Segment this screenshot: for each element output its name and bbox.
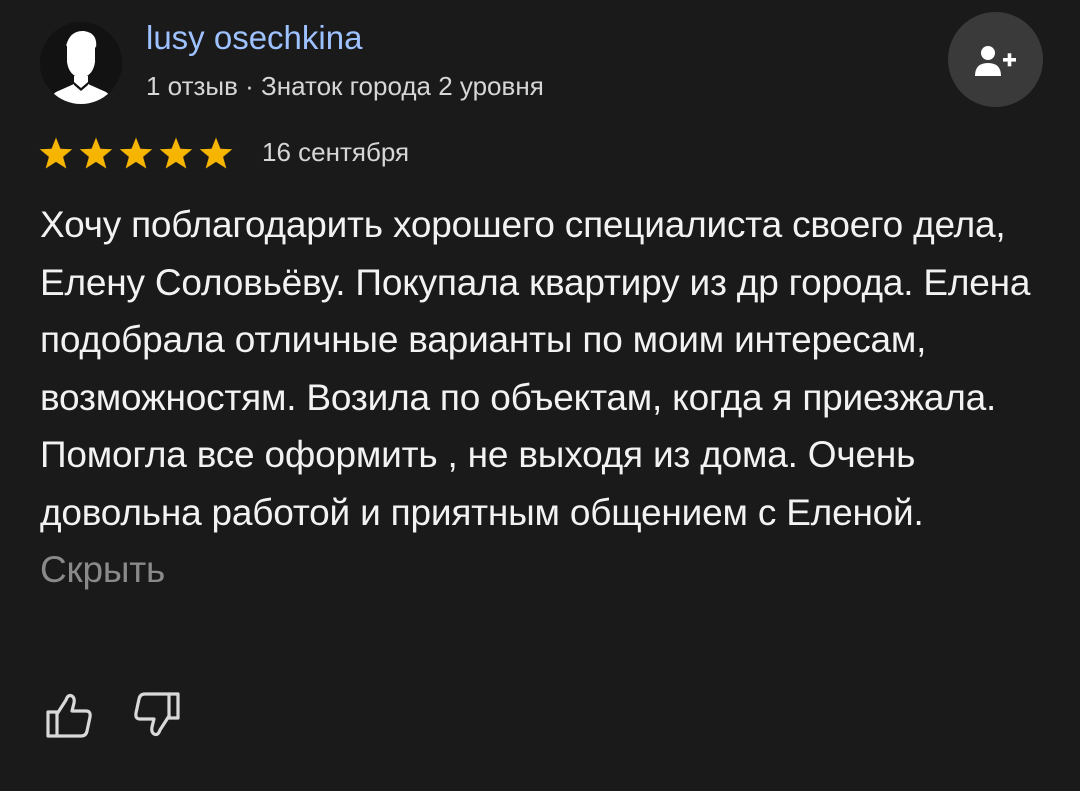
author-name[interactable]: lusy osechkina (146, 19, 362, 57)
rating-stars (38, 136, 234, 170)
star-icon (39, 137, 73, 169)
review-card: lusy osechkina 1 отзыв · Знаток города 2… (0, 0, 1080, 791)
user-silhouette-icon (40, 22, 122, 104)
thumbs-up-icon[interactable] (44, 690, 94, 740)
review-text: Хочу поблагодарить хорошего специалиста … (40, 196, 1050, 599)
thumbs-down-icon[interactable] (132, 690, 182, 740)
author-meta: 1 отзыв · Знаток города 2 уровня (146, 71, 544, 101)
star-icon (159, 137, 193, 169)
review-date: 16 сентября (262, 137, 410, 167)
avatar[interactable] (40, 22, 122, 104)
star-icon (199, 137, 233, 169)
subscribe-button[interactable] (948, 12, 1043, 107)
collapse-link[interactable]: Скрыть (40, 549, 165, 590)
star-icon (119, 137, 153, 169)
review-body: Хочу поблагодарить хорошего специалиста … (40, 204, 1031, 533)
reactions (44, 690, 182, 740)
add-user-icon (974, 45, 1016, 76)
star-icon (79, 137, 113, 169)
